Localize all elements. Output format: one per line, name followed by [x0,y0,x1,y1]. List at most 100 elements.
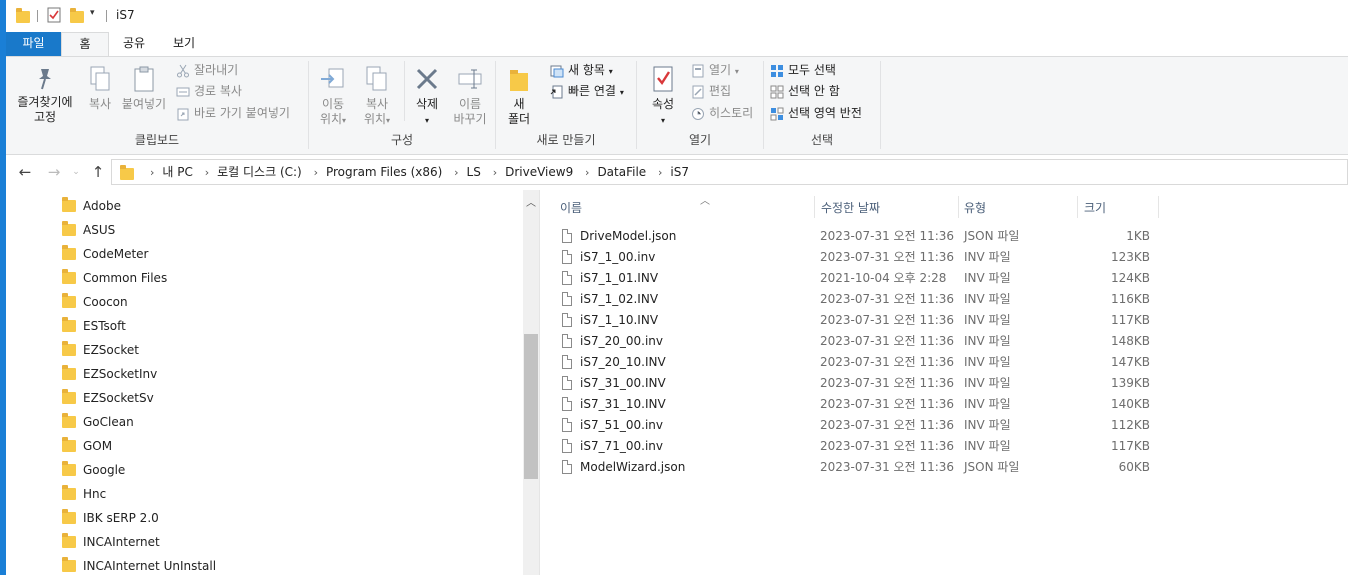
column-header-name[interactable]: 이름 ︿ [560,196,815,218]
breadcrumb-driveview9[interactable]: DriveView9 [505,165,573,179]
back-arrow-icon[interactable]: ← [15,162,35,182]
up-arrow-icon[interactable]: ↑ [88,162,108,182]
nav-item-hnc[interactable]: Hnc [62,483,106,505]
file-name: iS7_31_00.INV [580,376,666,390]
customize-quick-access-icon[interactable]: ▾ [90,8,95,18]
rename-button[interactable]: 이름 바꾸기 [447,65,493,127]
column-separator[interactable] [1158,196,1159,218]
breadcrumb-ls[interactable]: LS [467,165,481,179]
file-icon [562,229,572,243]
breadcrumb-my-pc[interactable]: 내 PC [162,165,192,179]
history-button[interactable]: 히스토리 [691,104,753,122]
file-icon [562,250,572,264]
open-button[interactable]: 열기 ▾ [691,61,739,79]
open-label: 열기 [709,63,732,77]
tab-share[interactable]: 공유 [109,32,159,56]
file-icon [562,397,572,411]
folder-icon [62,484,76,500]
tab-file[interactable]: 파일 [6,32,61,56]
file-row[interactable]: ModelWizard.json 2023-07-31 오전 11:36 JSON … [554,457,1154,478]
column-header-date[interactable]: 수정한 날짜 [821,198,959,218]
paste-button[interactable]: 붙여넣기 [118,65,170,112]
file-type: INV 파일 [964,313,1011,327]
nav-item-ezsocket[interactable]: EZSocket [62,339,139,361]
edit-button[interactable]: 편집 [691,82,731,100]
address-bar[interactable]: › 내 PC › 로컬 디스크 (C:) › Program Files (x86) … [111,159,1348,185]
properties-quick-icon[interactable] [47,7,61,26]
nav-item-google[interactable]: Google [62,459,125,481]
nav-item-incainternet-uninstall[interactable]: INCAInternet UnInstall [62,555,216,577]
copy-button[interactable]: 복사 [82,65,118,112]
file-row[interactable]: iS7_1_10.INV 2023-07-31 오전 11:36 INV 파일 117… [554,310,1154,331]
nav-item-codemeter[interactable]: CodeMeter [62,243,148,265]
nav-item-adobe[interactable]: Adobe [62,195,121,217]
nav-item-ezsocketinv[interactable]: EZSocketInv [62,363,157,385]
file-row[interactable]: iS7_31_10.INV 2023-07-31 오전 11:36 INV 파일 14… [554,394,1154,415]
copy-to-icon [366,66,387,91]
file-row[interactable]: iS7_1_01.INV 2021-10-04 오후 2:28 INV 파일 124K… [554,268,1154,289]
file-row[interactable]: iS7_51_00.inv 2023-07-31 오전 11:36 INV 파일 11… [554,415,1154,436]
cut-label: 잘라내기 [194,63,239,77]
file-icon [562,376,572,390]
file-size: 148KB [1110,334,1150,348]
file-row[interactable]: iS7_1_00.inv 2023-07-31 오전 11:36 INV 파일 123… [554,247,1154,268]
file-row[interactable]: iS7_1_02.INV 2023-07-31 오전 11:36 INV 파일 116… [554,289,1154,310]
breadcrumb-datafile[interactable]: DataFile [597,165,646,179]
delete-button[interactable]: 삭제 ▾ [409,65,445,128]
file-row[interactable]: iS7_71_00.inv 2023-07-31 오전 11:36 INV 파일 11… [554,436,1154,457]
nav-item-ibk-serp[interactable]: IBK sERP 2.0 [62,507,159,529]
file-row[interactable]: DriveModel.json 2023-07-31 오전 11:36 JSON 파… [554,226,1154,247]
nav-item-goclean[interactable]: GoClean [62,411,134,433]
folder-icon [62,436,76,452]
new-folder-button[interactable]: 새 폴더 [502,65,536,127]
group-select-label: 선택 [810,133,834,147]
file-list: 이름 ︿ 수정한 날짜 유형 크기 DriveModel.json 2023-07… [540,190,1348,575]
new-item-button[interactable]: 새 항목 ▾ [550,61,613,79]
tab-home[interactable]: 홈 [61,32,109,56]
file-row[interactable]: iS7_31_00.INV 2023-07-31 오전 11:36 INV 파일 13… [554,373,1154,394]
copy-path-button[interactable]: 경로 복사 [176,82,242,100]
select-all-button[interactable]: 모두 선택 [770,61,836,79]
nav-item-label: ASUS [83,223,116,237]
column-header-type[interactable]: 유형 [964,198,1076,218]
invert-selection-button[interactable]: 선택 영역 반전 [770,104,862,122]
cut-button[interactable]: 잘라내기 [176,61,238,79]
file-date: 2021-10-04 오후 2:28 [820,271,947,285]
file-row[interactable]: iS7_20_10.INV 2023-07-31 오전 11:36 INV 파일 14… [554,352,1154,373]
nav-item-label: GOM [83,439,113,453]
copy-to-button[interactable]: 복사 위치▾ [357,65,397,128]
breadcrumb-local-disk[interactable]: 로컬 디스크 (C:) [217,165,302,179]
nav-item-incainternet[interactable]: INCAInternet [62,531,160,553]
nav-item-asus[interactable]: ASUS [62,219,115,241]
pin-quick-access-button[interactable]: 즐겨찾기에 고정 [10,65,80,125]
column-separator[interactable] [814,196,815,218]
move-to-button[interactable]: 이동 위치▾ [313,65,353,128]
invert-selection-icon [770,107,784,120]
column-header-size[interactable]: 크기 [1084,198,1158,218]
nav-scrollbar-thumb[interactable] [524,334,538,479]
address-row: ← → ⌄ ↑ › 내 PC › 로컬 디스크 (C:) › Program File… [6,158,1348,186]
breadcrumb-is7[interactable]: iS7 [670,165,689,179]
easy-access-button[interactable]: 빠른 연결 ▾ [550,82,624,100]
file-date: 2023-07-31 오전 11:36 [820,376,955,390]
forward-arrow-icon[interactable]: → [44,162,64,182]
nav-item-ezsocketsv[interactable]: EZSocketSv [62,387,154,409]
paste-shortcut-button[interactable]: 바로 가기 붙여넣기 [176,104,290,122]
delete-label: 삭제 [415,97,439,111]
file-name: iS7_1_01.INV [580,271,659,285]
file-row[interactable]: iS7_20_00.inv 2023-07-31 오전 11:36 INV 파일 14… [554,331,1154,352]
recent-locations-chevron-icon[interactable]: ⌄ [66,162,86,182]
group-new-label: 새로 만들기 [536,133,596,147]
column-separator[interactable] [958,196,959,218]
select-none-button[interactable]: 선택 안 함 [770,82,840,100]
nav-item-common-files[interactable]: Common Files [62,267,167,289]
column-separator[interactable] [1077,196,1078,218]
nav-item-estsoft[interactable]: ESTsoft [62,315,126,337]
tab-view[interactable]: 보기 [159,32,209,56]
nav-scrollbar[interactable]: ︿ [523,190,539,575]
nav-item-gom[interactable]: GOM [62,435,112,457]
properties-button[interactable]: 속성 ▾ [645,65,681,128]
scroll-up-chevron-icon[interactable]: ︿ [523,194,539,209]
breadcrumb-program-files-x86[interactable]: Program Files (x86) [326,165,442,179]
nav-item-coocon[interactable]: Coocon [62,291,128,313]
